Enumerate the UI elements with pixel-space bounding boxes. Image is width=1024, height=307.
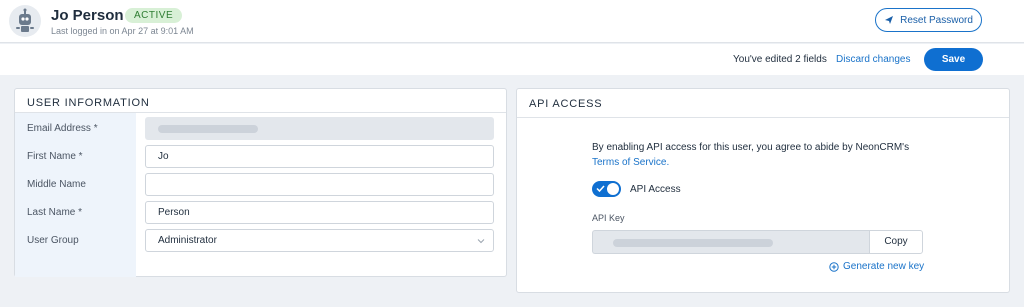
edited-fields-text: You've edited 2 fields — [733, 54, 827, 65]
first-name-label: First Name * — [27, 151, 83, 162]
generate-new-key-label: Generate new key — [843, 261, 925, 272]
user-group-label: User Group — [27, 235, 79, 246]
check-icon — [596, 185, 605, 193]
user-group-select[interactable]: Administrator — [145, 229, 494, 252]
card-title-api-access: API ACCESS — [529, 98, 603, 110]
terms-of-service-link[interactable]: Terms of Service. — [592, 157, 669, 168]
reset-password-label: Reset Password — [900, 14, 973, 26]
user-information-card: USER INFORMATION Email Address * First N… — [14, 88, 507, 277]
api-access-card: API ACCESS By enabling API access for th… — [516, 88, 1010, 293]
chevron-down-icon — [477, 239, 485, 244]
plus-circle-icon — [829, 261, 839, 272]
redacted-value — [158, 125, 258, 133]
reset-password-button[interactable]: Reset Password — [875, 8, 982, 32]
copy-button[interactable]: Copy — [869, 230, 923, 254]
email-field — [145, 117, 494, 140]
page-header: Jo Person ACTIVE Last logged in on Apr 2… — [0, 0, 1024, 43]
paper-plane-icon — [885, 16, 894, 24]
avatar — [9, 5, 41, 37]
discard-changes-link[interactable]: Discard changes — [836, 54, 910, 65]
divider — [517, 117, 1009, 118]
last-login-text: Last logged in on Apr 27 at 9:01 AM — [51, 26, 194, 36]
card-title-user-information: USER INFORMATION — [27, 97, 150, 109]
status-badge: ACTIVE — [125, 8, 183, 23]
api-access-toggle[interactable] — [592, 181, 621, 197]
generate-new-key-link[interactable]: Generate new key — [829, 261, 924, 272]
toggle-knob — [607, 183, 619, 195]
first-name-field[interactable]: Jo — [145, 145, 494, 168]
email-label: Email Address * — [27, 123, 98, 134]
label-column — [15, 113, 136, 277]
redacted-value — [613, 239, 773, 247]
action-bar: You've edited 2 fields Discard changes — [0, 44, 1024, 75]
user-name: Jo Person — [51, 7, 124, 24]
user-group-value: Administrator — [158, 235, 217, 246]
api-key-field — [592, 230, 869, 254]
last-name-field[interactable]: Person — [145, 201, 494, 224]
api-key-label: API Key — [592, 213, 625, 223]
robot-avatar-icon — [16, 8, 34, 32]
save-button[interactable]: Save — [924, 48, 983, 71]
api-access-toggle-label: API Access — [630, 184, 681, 195]
middle-name-field[interactable] — [145, 173, 494, 196]
middle-name-label: Middle Name — [27, 179, 86, 190]
api-agreement-text: By enabling API access for this user, yo… — [592, 140, 932, 170]
last-name-label: Last Name * — [27, 207, 83, 218]
agreement-text: By enabling API access for this user, yo… — [592, 142, 910, 153]
